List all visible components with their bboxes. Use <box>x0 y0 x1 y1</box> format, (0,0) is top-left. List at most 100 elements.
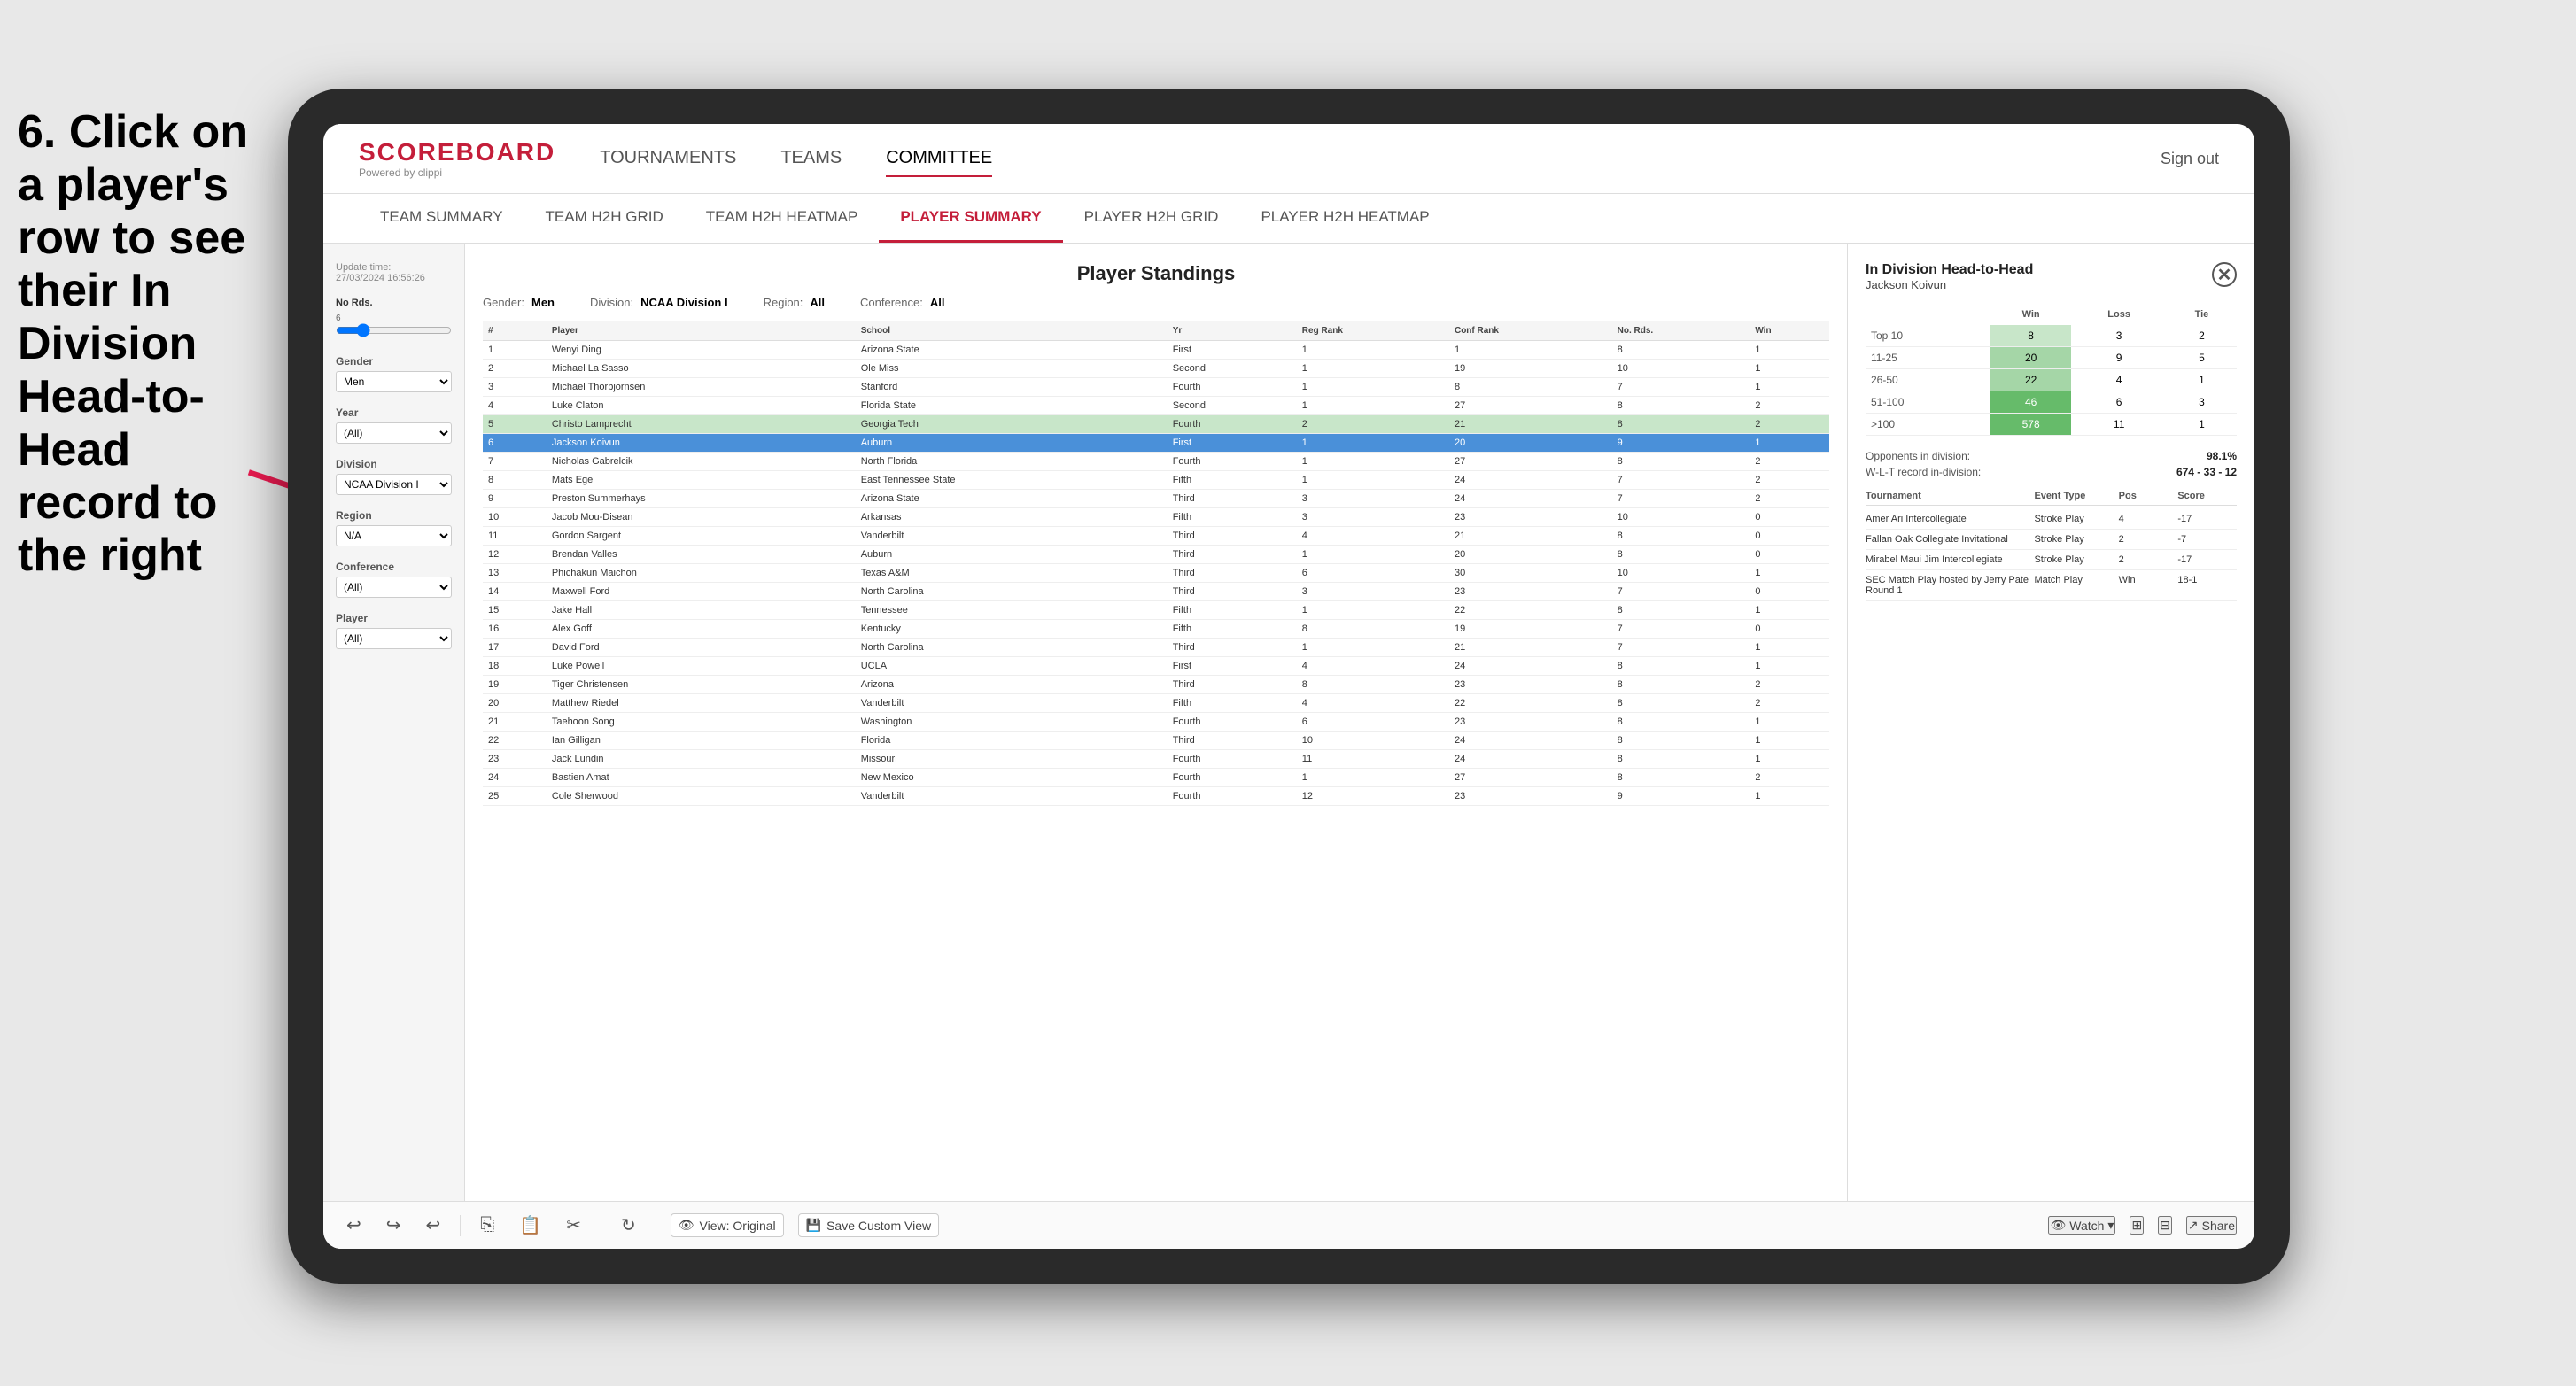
cell-win: 1 <box>1750 564 1829 583</box>
cell-yr: First <box>1168 434 1297 453</box>
tab-team-h2h-heatmap[interactable]: TEAM H2H HEATMAP <box>685 194 880 243</box>
cell-player: Luke Claton <box>547 397 856 415</box>
table-row[interactable]: 16 Alex Goff Kentucky Fifth 8 19 7 0 <box>483 620 1829 639</box>
nav-tournaments[interactable]: TOURNAMENTS <box>600 141 736 177</box>
tab-player-h2h-heatmap[interactable]: PLAYER H2H HEATMAP <box>1239 194 1450 243</box>
table-row[interactable]: 18 Luke Powell UCLA First 4 24 8 1 <box>483 657 1829 676</box>
h2h-range: 26-50 <box>1866 369 1990 391</box>
cell-player: Wenyi Ding <box>547 341 856 360</box>
col-yr: Yr <box>1168 321 1297 341</box>
cell-num: 24 <box>483 769 547 787</box>
table-row[interactable]: 22 Ian Gilligan Florida Third 10 24 8 1 <box>483 732 1829 750</box>
table-row[interactable]: 8 Mats Ege East Tennessee State Fifth 1 … <box>483 471 1829 490</box>
copy-button[interactable]: ⎘ <box>475 1212 500 1239</box>
paste-button[interactable]: 📋 <box>514 1211 547 1240</box>
cell-reg-rank: 1 <box>1297 639 1449 657</box>
table-row[interactable]: 17 David Ford North Carolina Third 1 21 … <box>483 639 1829 657</box>
redo-button-2[interactable]: ↩ <box>421 1211 446 1240</box>
cell-num: 6 <box>483 434 547 453</box>
save-custom-button[interactable]: 💾 Save Custom View <box>798 1213 939 1237</box>
table-row[interactable]: 4 Luke Claton Florida State Second 1 27 … <box>483 397 1829 415</box>
cell-yr: Third <box>1168 676 1297 694</box>
year-select[interactable]: (All) <box>336 422 452 444</box>
cell-yr: Fifth <box>1168 694 1297 713</box>
table-row[interactable]: 2 Michael La Sasso Ole Miss Second 1 19 … <box>483 360 1829 378</box>
grid-button[interactable]: ⊟ <box>2158 1216 2172 1235</box>
h2h-close-button[interactable]: ✕ <box>2212 262 2237 287</box>
table-row[interactable]: 20 Matthew Riedel Vanderbilt Fifth 4 22 … <box>483 694 1829 713</box>
table-row[interactable]: 7 Nicholas Gabrelcik North Florida Fourt… <box>483 453 1829 471</box>
cell-num: 18 <box>483 657 547 676</box>
table-row[interactable]: 15 Jake Hall Tennessee Fifth 1 22 8 1 <box>483 601 1829 620</box>
tab-player-h2h-grid[interactable]: PLAYER H2H GRID <box>1063 194 1240 243</box>
conference-filter-display: Conference: All <box>860 296 944 309</box>
region-label: Region <box>336 509 452 522</box>
cell-player: Jackson Koivun <box>547 434 856 453</box>
cut-button[interactable]: ✂ <box>561 1211 586 1240</box>
table-row[interactable]: 24 Bastien Amat New Mexico Fourth 1 27 8… <box>483 769 1829 787</box>
cell-yr: Fifth <box>1168 471 1297 490</box>
cell-yr: Third <box>1168 583 1297 601</box>
layout-button[interactable]: ⊞ <box>2130 1216 2144 1235</box>
year-filter: Year (All) <box>336 407 452 444</box>
cell-reg-rank: 1 <box>1297 341 1449 360</box>
view-original-button[interactable]: 👁 View: Original <box>671 1213 784 1237</box>
table-row[interactable]: 3 Michael Thorbjornsen Stanford Fourth 1… <box>483 378 1829 397</box>
tour-col-type: Event Type <box>2034 491 2118 501</box>
cell-win: 0 <box>1750 620 1829 639</box>
conference-select[interactable]: (All) <box>336 577 452 598</box>
table-row[interactable]: 23 Jack Lundin Missouri Fourth 11 24 8 1 <box>483 750 1829 769</box>
division-select[interactable]: NCAA Division I <box>336 474 452 495</box>
cell-player: Michael Thorbjornsen <box>547 378 856 397</box>
no-rds-slider[interactable] <box>336 323 452 337</box>
h2h-wlt-row: W-L-T record in-division: 674 - 33 - 12 <box>1866 466 2237 478</box>
table-row[interactable]: 5 Christo Lamprecht Georgia Tech Fourth … <box>483 415 1829 434</box>
region-select[interactable]: N/A <box>336 525 452 546</box>
tour-col-pos: Pos <box>2119 491 2178 501</box>
tab-team-h2h-grid[interactable]: TEAM H2H GRID <box>524 194 685 243</box>
cell-yr: Third <box>1168 490 1297 508</box>
table-row[interactable]: 6 Jackson Koivun Auburn First 1 20 9 1 <box>483 434 1829 453</box>
h2h-tie: 1 <box>2167 414 2237 436</box>
h2h-win: 578 <box>1990 414 2071 436</box>
cell-yr: First <box>1168 341 1297 360</box>
cell-win: 2 <box>1750 769 1829 787</box>
redo-button-1[interactable]: ↪ <box>381 1211 407 1240</box>
table-row[interactable]: 9 Preston Summerhays Arizona State Third… <box>483 490 1829 508</box>
table-row[interactable]: 11 Gordon Sargent Vanderbilt Third 4 21 … <box>483 527 1829 546</box>
cell-conf-rank: 24 <box>1449 657 1612 676</box>
view-icon: 👁 <box>679 1218 694 1233</box>
table-row[interactable]: 1 Wenyi Ding Arizona State First 1 1 8 1 <box>483 341 1829 360</box>
refresh-button[interactable]: ↻ <box>616 1211 641 1240</box>
cell-reg-rank: 10 <box>1297 732 1449 750</box>
cell-num: 17 <box>483 639 547 657</box>
cell-rds: 7 <box>1612 639 1750 657</box>
year-label: Year <box>336 407 452 419</box>
undo-button[interactable]: ↩ <box>341 1211 367 1240</box>
table-row[interactable]: 19 Tiger Christensen Arizona Third 8 23 … <box>483 676 1829 694</box>
gender-select[interactable]: Men <box>336 371 452 392</box>
cell-win: 1 <box>1750 657 1829 676</box>
tab-player-summary[interactable]: PLAYER SUMMARY <box>879 194 1062 243</box>
cell-win: 0 <box>1750 508 1829 527</box>
table-row[interactable]: 14 Maxwell Ford North Carolina Third 3 2… <box>483 583 1829 601</box>
player-select[interactable]: (All) <box>336 628 452 649</box>
cell-win: 1 <box>1750 639 1829 657</box>
division-filter-display: Division: NCAA Division I <box>590 296 728 309</box>
cell-win: 0 <box>1750 583 1829 601</box>
cell-school: Vanderbilt <box>856 787 1168 806</box>
nav-committee[interactable]: COMMITTEE <box>886 141 992 177</box>
share-button[interactable]: ↗ Share <box>2186 1216 2237 1235</box>
table-row[interactable]: 13 Phichakun Maichon Texas A&M Third 6 3… <box>483 564 1829 583</box>
cell-player: Jake Hall <box>547 601 856 620</box>
table-row[interactable]: 21 Taehoon Song Washington Fourth 6 23 8… <box>483 713 1829 732</box>
table-row[interactable]: 10 Jacob Mou-Disean Arkansas Fifth 3 23 … <box>483 508 1829 527</box>
watch-button[interactable]: 👁 Watch ▾ <box>2048 1216 2115 1235</box>
h2h-col-tie: Tie <box>2167 304 2237 325</box>
nav-teams[interactable]: TEAMS <box>780 141 842 177</box>
tab-team-summary[interactable]: TEAM SUMMARY <box>359 194 524 243</box>
cell-reg-rank: 3 <box>1297 583 1449 601</box>
sign-out-button[interactable]: Sign out <box>2161 150 2219 168</box>
table-row[interactable]: 25 Cole Sherwood Vanderbilt Fourth 12 23… <box>483 787 1829 806</box>
table-row[interactable]: 12 Brendan Valles Auburn Third 1 20 8 0 <box>483 546 1829 564</box>
